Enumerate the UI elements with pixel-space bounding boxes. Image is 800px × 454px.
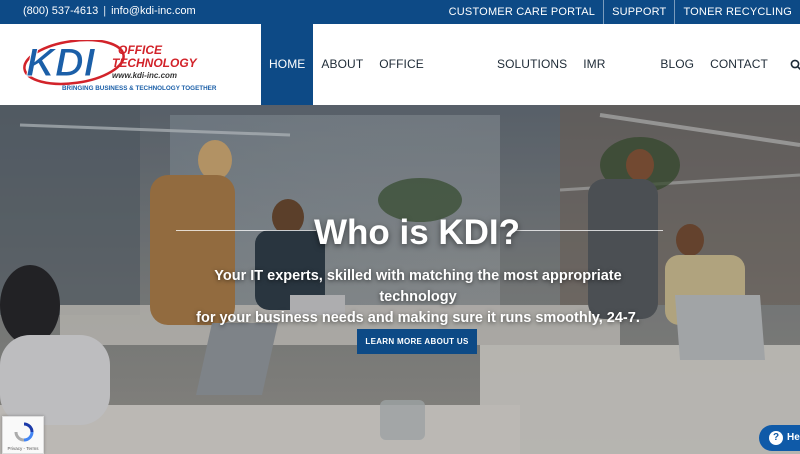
- customer-care-portal-link[interactable]: CUSTOMER CARE PORTAL: [441, 0, 603, 24]
- support-link[interactable]: SUPPORT: [603, 0, 674, 24]
- logo-slogan-text: BRINGING BUSINESS & TECHNOLOGY TOGETHER: [62, 85, 217, 92]
- learn-more-button[interactable]: LEARN MORE ABOUT US: [357, 329, 477, 354]
- logo-mark-text: KDI: [26, 41, 96, 85]
- logo-website-text: www.kdi-inc.com: [112, 71, 177, 80]
- email-link[interactable]: info@kdi-inc.com: [111, 5, 196, 17]
- logo-technology-text: TECHNOLOGY: [112, 56, 198, 70]
- nav-about[interactable]: ABOUT: [313, 24, 371, 105]
- phone-link[interactable]: (800) 537-4613: [23, 5, 98, 17]
- top-utility-bar: (800) 537-4613 | info@kdi-inc.com CUSTOMER…: [0, 0, 800, 24]
- nav-office-equipment[interactable]: OFFICE EQUIPMENT: [371, 24, 489, 152]
- nav-imr-digital[interactable]: IMR DIGITAL: [575, 24, 652, 152]
- hero-tagline: Your IT experts, skilled with matching t…: [175, 266, 661, 329]
- help-button[interactable]: ? He: [759, 425, 800, 451]
- question-icon: ?: [769, 431, 783, 445]
- nav-solutions[interactable]: SOLUTIONS: [489, 24, 575, 105]
- recaptcha-label[interactable]: Privacy - Terms: [3, 446, 43, 451]
- toner-recycling-link[interactable]: TONER RECYCLING: [674, 0, 800, 24]
- nav-blog[interactable]: BLOG: [652, 24, 702, 105]
- site-header: KDI OFFICE TECHNOLOGY www.kdi-inc.com BR…: [0, 24, 800, 152]
- contact-info: (800) 537-4613 | info@kdi-inc.com: [23, 5, 196, 17]
- utility-links: CUSTOMER CARE PORTAL SUPPORT TONER RECYC…: [441, 0, 800, 24]
- nav-contact-us[interactable]: CONTACT US: [702, 24, 784, 152]
- main-nav: HOME ABOUT OFFICE EQUIPMENT SOLUTIONS IM…: [261, 24, 800, 152]
- recaptcha-icon: [14, 422, 34, 442]
- hero-tagline-line1: Your IT experts, skilled with matching t…: [214, 268, 622, 305]
- contact-separator: |: [103, 5, 107, 17]
- hero-tagline-line2: for your business needs and making sure …: [196, 310, 640, 326]
- logo-office-text: OFFICE: [118, 43, 163, 57]
- kdi-logo[interactable]: KDI OFFICE TECHNOLOGY www.kdi-inc.com BR…: [22, 40, 237, 100]
- recaptcha-badge[interactable]: Privacy - Terms: [2, 416, 44, 454]
- hero-title: Who is KDI?: [313, 213, 521, 252]
- hero-section: Who is KDI? Your IT experts, skilled wit…: [0, 105, 800, 454]
- nav-home[interactable]: HOME: [261, 24, 314, 105]
- help-label: He: [787, 432, 800, 443]
- search-icon[interactable]: [784, 24, 800, 105]
